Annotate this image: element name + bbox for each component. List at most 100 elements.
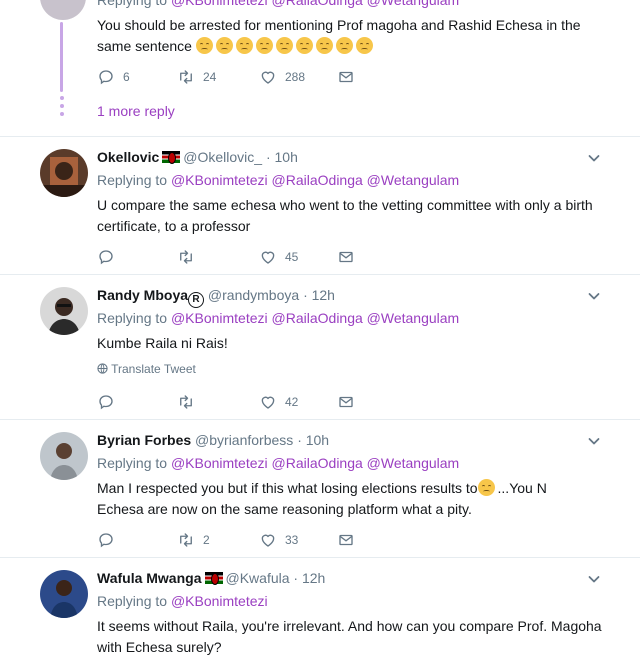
replying-to: Replying to @KBonimtetezi @RailaOdinga @… (97, 172, 459, 188)
tweet-header: Okellovic @Okellovic_ · 10h (97, 149, 298, 165)
replying-handles[interactable]: @KBonimtetezi @RailaOdinga @Wetangulam (171, 455, 459, 471)
mail-icon (337, 393, 355, 411)
like-icon (259, 248, 277, 266)
like-count: 33 (285, 533, 299, 547)
like-icon (259, 68, 277, 86)
emoji-row (195, 37, 376, 54)
tweet: Okellovic @Okellovic_ · 10h Replying to @… (0, 137, 640, 275)
tweet: Wafula Mwanga @Kwafula · 12h Replying to … (0, 558, 640, 669)
dm-button[interactable] (337, 530, 355, 550)
tweet-partial: Replying to @KBonimtetezi @RailaOdinga @… (0, 0, 640, 137)
reply-count: 6 (123, 70, 130, 84)
dm-button[interactable] (337, 67, 355, 87)
replying-to: Replying to @KBonimtetezi @RailaOdinga @… (97, 310, 459, 326)
like-button[interactable]: 42 (259, 392, 298, 412)
like-button[interactable]: 45 (259, 247, 298, 267)
retweet-icon (177, 531, 195, 549)
like-count: 45 (285, 250, 299, 264)
chevron-down-icon[interactable] (588, 290, 600, 302)
thread-dots (59, 96, 65, 120)
like-icon (259, 531, 277, 549)
thread-line (60, 22, 63, 92)
reply-icon (97, 248, 115, 266)
replying-handles[interactable]: @KBonimtetezi @RailaOdinga @Wetangulam (171, 310, 459, 326)
like-count: 288 (285, 70, 306, 84)
timestamp[interactable]: · 10h (297, 432, 329, 448)
tweet-text: You should be arrested for mentioning Pr… (97, 15, 597, 57)
retweet-button[interactable]: 2 (177, 530, 210, 550)
tweet-header: Byrian Forbes @byrianforbess · 10h (97, 432, 329, 448)
tweet-text: U compare the same echesa who went to th… (97, 197, 593, 234)
reply-icon (97, 393, 115, 411)
retweet-button[interactable] (177, 392, 195, 412)
handle[interactable]: @Okellovic_ (183, 149, 262, 165)
disappointed-face-emoji-icon (355, 37, 373, 54)
timestamp[interactable]: · 12h (303, 287, 335, 303)
display-name[interactable]: Randy Mboya (97, 287, 188, 303)
timestamp[interactable]: · 10h (266, 149, 298, 165)
reply-button[interactable]: 6 (97, 67, 130, 87)
replying-handles[interactable]: @KBonimtetezi (171, 593, 268, 609)
disappointed-face-emoji-icon (255, 37, 273, 54)
chevron-down-icon[interactable] (588, 435, 600, 447)
disappointed-face-emoji-icon (335, 37, 353, 54)
avatar[interactable] (40, 0, 86, 20)
translate-label: Translate Tweet (111, 362, 196, 376)
translate-link[interactable]: Translate Tweet (97, 362, 196, 376)
disappointed-face-emoji-icon (195, 37, 213, 54)
like-button[interactable]: 33 (259, 530, 298, 550)
tweet: Byrian Forbes @byrianforbess · 10h Reply… (0, 420, 640, 558)
reply-button[interactable] (97, 530, 115, 550)
avatar[interactable] (40, 287, 88, 335)
replying-prefix: Replying to (97, 455, 171, 471)
tweet-header: Wafula Mwanga @Kwafula · 12h (97, 570, 325, 586)
tweet: Randy Mboya R @randymboya · 12h Replying … (0, 275, 640, 420)
disappointed-face-emoji-icon (215, 37, 233, 54)
replying-handles[interactable]: @KBonimtetezi @RailaOdinga @Wetangulam (171, 172, 459, 188)
replying-to: Replying to @KBonimtetezi (97, 593, 268, 609)
more-replies-link[interactable]: 1 more reply (97, 103, 175, 119)
reply-button[interactable] (97, 392, 115, 412)
dm-button[interactable] (337, 247, 355, 267)
replying-prefix: Replying to (97, 0, 171, 8)
tweet-text: Man I respected you but if this what los… (97, 478, 597, 520)
retweet-icon (177, 68, 195, 86)
disappointed-face-emoji-icon (295, 37, 313, 54)
handle[interactable]: @byrianforbess (195, 432, 293, 448)
dm-button[interactable] (337, 392, 355, 412)
like-button[interactable]: 288 (259, 67, 305, 87)
avatar[interactable] (40, 149, 88, 197)
avatar[interactable] (40, 432, 88, 480)
tweet-text: It seems without Raila, you're irrelevan… (97, 618, 602, 655)
like-count: 42 (285, 395, 299, 409)
retweet-icon (177, 393, 195, 411)
display-name[interactable]: Okellovic (97, 149, 159, 165)
tweet-text: Kumbe Raila ni Rais! (97, 335, 228, 351)
replying-prefix: Replying to (97, 172, 171, 188)
replying-prefix: Replying to (97, 310, 171, 326)
like-icon (259, 393, 277, 411)
mail-icon (337, 248, 355, 266)
retweet-button[interactable] (177, 247, 195, 267)
display-name[interactable]: Wafula Mwanga (97, 570, 202, 586)
reply-icon (97, 531, 115, 549)
retweet-button[interactable]: 24 (177, 67, 216, 87)
chevron-down-icon[interactable] (588, 573, 600, 585)
kenya-flag-icon (204, 572, 223, 585)
disappointed-face-emoji-icon (315, 37, 333, 54)
replying-handles[interactable]: @KBonimtetezi @RailaOdinga @Wetangulam (171, 0, 459, 8)
tweet-text-part: Man I respected you but if this what los… (97, 480, 478, 496)
reply-icon (97, 68, 115, 86)
avatar[interactable] (40, 570, 88, 618)
display-name[interactable]: Byrian Forbes (97, 432, 191, 448)
replying-prefix: Replying to (97, 593, 171, 609)
registered-icon: R (188, 292, 205, 308)
retweet-count: 24 (203, 70, 217, 84)
handle[interactable]: @randymboya (208, 287, 299, 303)
mail-icon (337, 531, 355, 549)
timestamp[interactable]: · 12h (293, 570, 325, 586)
chevron-down-icon[interactable] (588, 152, 600, 164)
handle[interactable]: @Kwafula (226, 570, 290, 586)
reply-button[interactable] (97, 247, 115, 267)
disappointed-face-emoji-icon (275, 37, 293, 54)
